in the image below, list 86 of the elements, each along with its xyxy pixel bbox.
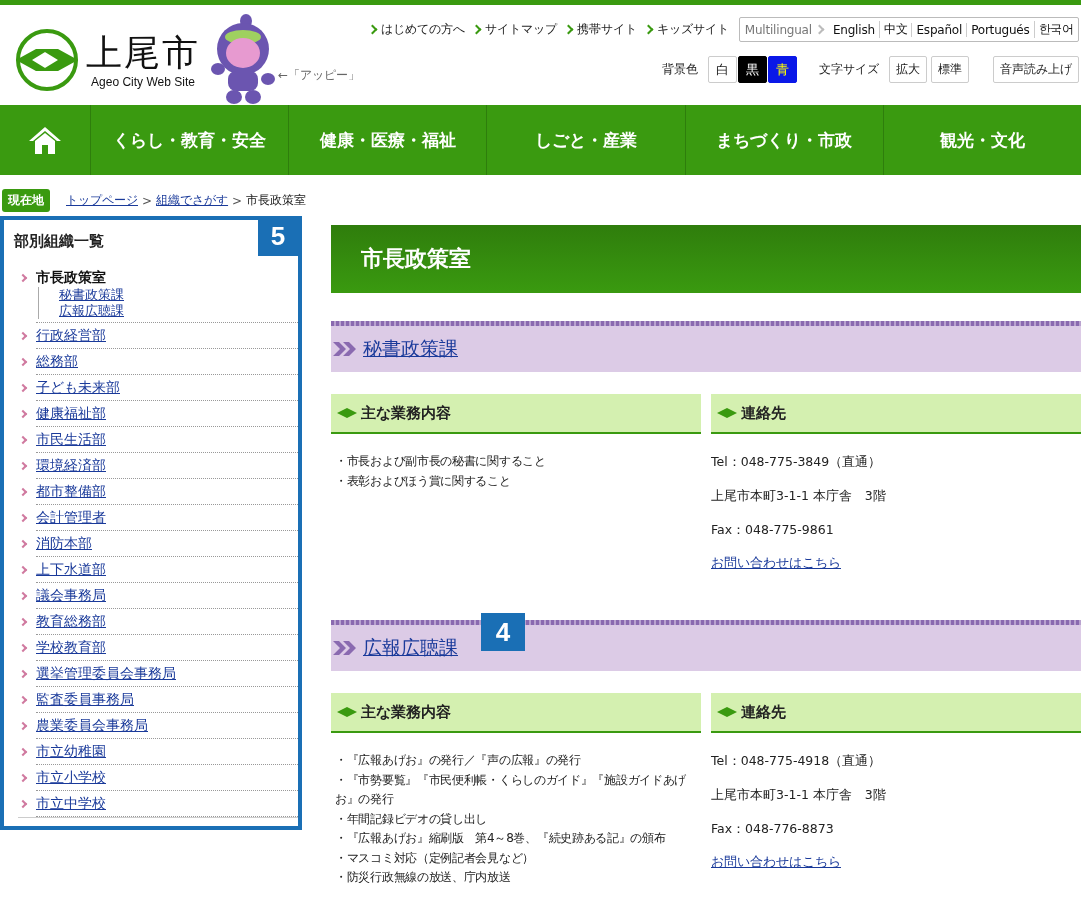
duty-item: ・市長および副市長の秘書に関すること: [335, 453, 547, 470]
subsection-title: 主な業務内容: [361, 702, 451, 722]
phone-text: Tel：048-775-3849（直通）: [711, 453, 883, 471]
subsection-title: 連絡先: [741, 702, 786, 722]
department-link[interactable]: 市立中学校: [36, 795, 106, 813]
duty-item: ・『広報あげお』の発行／『声の広報』の発行: [335, 752, 582, 769]
department-link[interactable]: 監査委員事務局: [36, 691, 134, 709]
department-link[interactable]: 子ども未来部: [36, 379, 120, 397]
duty-item: ・年間記録ビデオの貸し出し: [335, 810, 489, 828]
location-badge: 現在地: [2, 189, 50, 212]
background-color-label: 背景色: [662, 61, 698, 78]
division-link[interactable]: 秘書政策課: [59, 287, 124, 303]
language-link[interactable]: 한국어: [1033, 21, 1078, 38]
nav-menu-item[interactable]: 観光・文化: [883, 105, 1081, 175]
mascot-caption: ←「アッピー」: [278, 67, 361, 84]
phone-text: Tel：048-775-4918（直通）: [711, 752, 883, 770]
department-link[interactable]: 市立小学校: [36, 769, 106, 787]
duty-item: ・防災行政無線の放送、庁内放送: [335, 869, 512, 886]
department-link[interactable]: 都市整備部: [36, 483, 106, 501]
text-size-button[interactable]: 拡大: [889, 56, 927, 83]
top-link[interactable]: はじめての方へ: [368, 21, 465, 38]
breadcrumb-link[interactable]: トップページ: [66, 192, 138, 209]
top-link[interactable]: キッズサイト: [644, 21, 729, 38]
text-size-button[interactable]: 標準: [931, 56, 969, 83]
multilingual-label: Multilingual: [744, 22, 812, 37]
address-text: 上尾市本町3-1-1 本庁舎 3階: [711, 786, 887, 804]
duty-item: ・『広報あげお』縮刷版 第4～8巻、『続史跡ある記』の頒布: [335, 830, 667, 847]
department-link[interactable]: 行政経営部: [36, 327, 106, 345]
breadcrumb-link[interactable]: 組織でさがす: [156, 192, 229, 209]
site-logo-title[interactable]: 上尾市: [86, 31, 200, 75]
diamond-arrow-icon: [717, 707, 737, 717]
language-link[interactable]: 中文: [878, 21, 912, 38]
division-title-link[interactable]: 広報広聴課: [363, 635, 458, 661]
diamond-arrow-icon: [337, 408, 357, 418]
inquiry-link[interactable]: お問い合わせはこちら: [711, 854, 841, 869]
department-link[interactable]: 市立幼稚園: [36, 743, 106, 761]
diamond-arrow-icon: [337, 707, 357, 717]
division-title-link[interactable]: 秘書政策課: [363, 336, 458, 362]
callout-number: 4: [481, 613, 525, 651]
department-link[interactable]: 健康福祉部: [36, 405, 106, 423]
department-link[interactable]: 消防本部: [36, 535, 92, 553]
department-link[interactable]: 会計管理者: [36, 509, 106, 527]
language-link[interactable]: Portugués: [966, 22, 1034, 37]
language-link[interactable]: English: [828, 22, 879, 37]
address-text: 上尾市本町3-1-1 本庁舎 3階: [711, 487, 887, 505]
background-color-button[interactable]: 青: [768, 56, 797, 83]
breadcrumb-current: 市長政策室: [246, 192, 307, 209]
background-color-button[interactable]: 黒: [738, 56, 767, 83]
inquiry-link[interactable]: お問い合わせはこちら: [711, 555, 841, 570]
nav-menu-item[interactable]: くらし・教育・安全: [91, 105, 290, 175]
department-link[interactable]: 上下水道部: [36, 561, 106, 579]
department-link[interactable]: 市民生活部: [36, 431, 106, 449]
duty-item: ・表彰およびほう賞に関すること: [335, 472, 512, 490]
duty-item: ・マスコミ対応（定例記者会見など）: [335, 849, 535, 867]
background-color-button[interactable]: 白: [708, 56, 737, 83]
duty-item: ・『市勢要覧』『市民便利帳・くらしのガイド』『施設ガイドあげお』の発行: [335, 771, 687, 808]
nav-menu-item[interactable]: しごと・産業: [487, 105, 686, 175]
nav-menu-item[interactable]: まちづくり・市政: [685, 105, 884, 175]
department-link[interactable]: 学校教育部: [36, 639, 106, 657]
read-aloud-button[interactable]: 音声読み上げ: [993, 56, 1079, 83]
breadcrumb-separator: >: [232, 193, 243, 208]
division-link[interactable]: 広報広聴課: [59, 303, 124, 319]
current-department: 市長政策室: [36, 269, 107, 287]
fax-text: Fax：048-776-8873: [711, 820, 835, 838]
subsection-title: 主な業務内容: [361, 403, 451, 423]
diamond-arrow-icon: [717, 408, 737, 418]
department-link[interactable]: 選挙管理委員会事務局: [36, 665, 176, 683]
department-link[interactable]: 教育総務部: [36, 613, 106, 631]
fax-text: Fax：048-775-9861: [711, 521, 835, 539]
city-logo-icon: [14, 27, 80, 93]
page-title: 市長政策室: [331, 225, 1081, 293]
callout-number: 5: [258, 220, 298, 256]
sidebar-title: 部別組織一覧: [14, 232, 104, 251]
subsection-title: 連絡先: [741, 403, 786, 423]
department-link[interactable]: 農業委員会事務局: [36, 717, 148, 735]
text-size-label: 文字サイズ: [819, 61, 879, 78]
nav-menu-item[interactable]: 健康・医療・福祉: [289, 105, 488, 175]
department-link[interactable]: 議会事務局: [36, 587, 106, 605]
department-link[interactable]: 総務部: [36, 353, 78, 371]
department-link[interactable]: 環境経済部: [36, 457, 106, 475]
language-link[interactable]: Español: [911, 22, 967, 37]
breadcrumb-separator: >: [142, 193, 153, 208]
home-icon: [28, 125, 62, 155]
top-link[interactable]: サイトマップ: [472, 21, 557, 38]
site-logo-subtitle: Ageo City Web Site: [91, 75, 195, 89]
top-link[interactable]: 携帯サイト: [564, 21, 637, 38]
